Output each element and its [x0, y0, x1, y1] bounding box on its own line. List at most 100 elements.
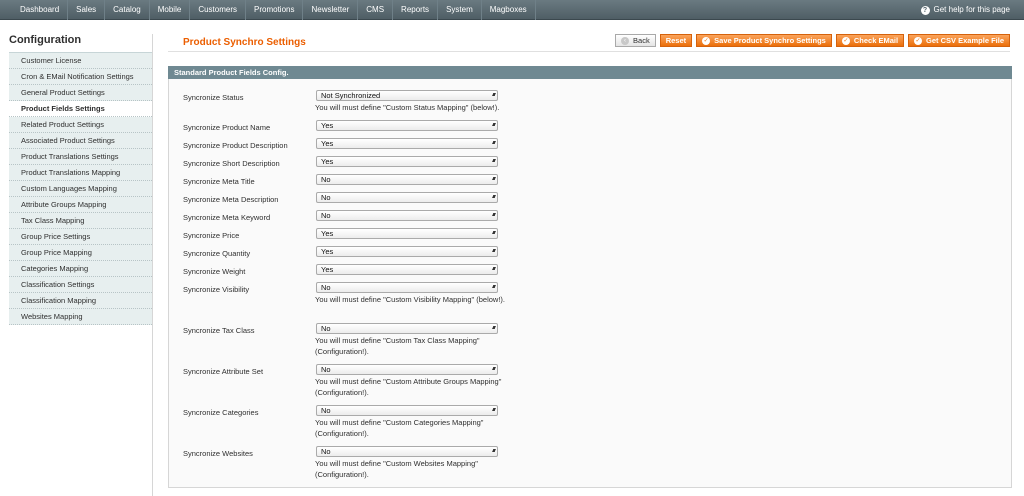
check-email-label: Check EMail: [853, 36, 899, 45]
page-title: Product Synchro Settings: [183, 37, 306, 48]
nav-promotions[interactable]: Promotions: [246, 0, 304, 20]
sidebar-item[interactable]: Associated Product Settings: [9, 133, 152, 149]
field-note: You will must define "Custom Categories …: [315, 418, 484, 438]
top-navigation: Dashboard Sales Catalog Mobile Customers…: [0, 0, 1024, 20]
select-arrows-icon: ▴▾: [491, 122, 496, 128]
sync-select[interactable]: Yes ▴▾: [316, 246, 498, 257]
nav-dashboard[interactable]: Dashboard: [12, 0, 69, 20]
select-arrows-icon: ▴▾: [491, 176, 496, 182]
select-value: Yes: [321, 265, 334, 274]
sidebar-item[interactable]: Websites Mapping: [9, 309, 152, 325]
sidebar-title: Configuration: [9, 34, 82, 46]
field-label: Syncronize Meta Keyword: [183, 213, 271, 222]
sidebar-item[interactable]: Classification Mapping: [9, 293, 152, 309]
nav-cms[interactable]: CMS: [358, 0, 394, 20]
get-csv-button[interactable]: ✓ Get CSV Example File: [908, 34, 1010, 47]
field-label: Syncronize Categories: [183, 408, 259, 417]
sidebar-item[interactable]: General Product Settings: [9, 85, 152, 101]
select-value: Not Synchronized: [321, 91, 381, 100]
nav-reports[interactable]: Reports: [393, 0, 439, 20]
sync-select[interactable]: No ▴▾: [316, 282, 498, 293]
sidebar-item[interactable]: Group Price Settings: [9, 229, 152, 245]
nav-customers[interactable]: Customers: [190, 0, 246, 20]
select-arrows-icon: ▴▾: [491, 194, 496, 200]
fieldset-title[interactable]: Standard Product Fields Config.: [168, 66, 1012, 79]
field-note: You will must define "Custom Tax Class M…: [315, 336, 480, 356]
sync-select[interactable]: No ▴▾: [316, 210, 498, 221]
field-label: Syncronize Product Name: [183, 123, 271, 132]
sync-select[interactable]: Yes ▴▾: [316, 138, 498, 149]
sidebar: Customer License Cron & EMail Notificatio…: [9, 52, 152, 325]
sync-select[interactable]: Not Synchronized ▴▾: [316, 90, 498, 101]
select-arrows-icon: ▴▾: [491, 266, 496, 272]
select-arrows-icon: ▴▾: [491, 92, 496, 98]
select-arrows-icon: ▴▾: [491, 284, 496, 290]
reset-button[interactable]: Reset: [659, 34, 693, 47]
field-label: Syncronize Price: [183, 231, 240, 240]
select-arrows-icon: ▴▾: [491, 212, 496, 218]
sidebar-item[interactable]: Cron & EMail Notification Settings: [9, 69, 152, 85]
select-value: No: [321, 406, 331, 415]
check-circle-icon: ✓: [702, 36, 711, 45]
select-arrows-icon: ▴▾: [491, 325, 496, 331]
sidebar-item[interactable]: Classification Settings: [9, 277, 152, 293]
select-value: Yes: [321, 157, 334, 166]
sidebar-item[interactable]: Product Translations Settings: [9, 149, 152, 165]
sync-select[interactable]: No ▴▾: [316, 364, 498, 375]
check-circle-icon: ✓: [914, 36, 923, 45]
select-arrows-icon: ▴▾: [491, 366, 496, 372]
sidebar-item[interactable]: Group Price Mapping: [9, 245, 152, 261]
sidebar-item[interactable]: Customer License: [9, 53, 152, 69]
sync-select[interactable]: Yes ▴▾: [316, 120, 498, 131]
select-arrows-icon: ▴▾: [491, 158, 496, 164]
help-icon: ?: [920, 5, 930, 15]
select-arrows-icon: ▴▾: [491, 248, 496, 254]
sidebar-item[interactable]: Tax Class Mapping: [9, 213, 152, 229]
select-value: Yes: [321, 247, 334, 256]
sync-select[interactable]: No ▴▾: [316, 405, 498, 416]
sync-select[interactable]: No ▴▾: [316, 323, 498, 334]
nav-system[interactable]: System: [438, 0, 482, 20]
back-arrow-icon: ‹: [621, 36, 630, 45]
check-circle-icon: ✓: [841, 36, 850, 45]
sidebar-item[interactable]: Categories Mapping: [9, 261, 152, 277]
reset-button-label: Reset: [665, 36, 687, 45]
select-value: No: [321, 324, 331, 333]
select-value: No: [321, 211, 331, 220]
select-value: No: [321, 193, 331, 202]
sidebar-item[interactable]: Custom Languages Mapping: [9, 181, 152, 197]
field-label: Syncronize Status: [183, 93, 244, 102]
select-arrows-icon: ▴▾: [491, 140, 496, 146]
sidebar-item[interactable]: Product Translations Mapping: [9, 165, 152, 181]
sync-select[interactable]: No ▴▾: [316, 446, 498, 457]
sync-select[interactable]: No ▴▾: [316, 192, 498, 203]
field-label: Syncronize Weight: [183, 267, 246, 276]
field-label: Syncronize Visibility: [183, 285, 250, 294]
nav-sales[interactable]: Sales: [68, 0, 106, 20]
field-label: Syncronize Meta Description: [183, 195, 279, 204]
field-note: You will must define "Custom Attribute G…: [315, 377, 502, 397]
save-settings-button[interactable]: ✓ Save Product Synchro Settings: [696, 34, 832, 47]
select-value: No: [321, 175, 331, 184]
nav-mobile[interactable]: Mobile: [150, 0, 191, 20]
sidebar-item[interactable]: Related Product Settings: [9, 117, 152, 133]
field-label: Syncronize Short Description: [183, 159, 280, 168]
select-arrows-icon: ▴▾: [491, 230, 496, 236]
get-csv-label: Get CSV Example File: [926, 36, 1004, 45]
select-value: Yes: [321, 229, 334, 238]
sidebar-item[interactable]: Attribute Groups Mapping: [9, 197, 152, 213]
nav-newsletter[interactable]: Newsletter: [303, 0, 359, 20]
sync-select[interactable]: Yes ▴▾: [316, 264, 498, 275]
help-link[interactable]: ? Get help for this page: [920, 0, 1010, 20]
sync-select[interactable]: No ▴▾: [316, 174, 498, 185]
field-note: You will must define "Custom Websites Ma…: [315, 459, 478, 479]
nav-catalog[interactable]: Catalog: [105, 0, 150, 20]
sync-select[interactable]: Yes ▴▾: [316, 228, 498, 239]
nav-magboxes[interactable]: Magboxes: [482, 0, 536, 20]
sync-select[interactable]: Yes ▴▾: [316, 156, 498, 167]
check-email-button[interactable]: ✓ Check EMail: [835, 34, 905, 47]
column-divider: [152, 34, 153, 496]
back-button[interactable]: ‹ Back: [615, 34, 656, 47]
select-value: Yes: [321, 139, 334, 148]
sidebar-item[interactable]: Product Fields Settings: [9, 101, 152, 117]
